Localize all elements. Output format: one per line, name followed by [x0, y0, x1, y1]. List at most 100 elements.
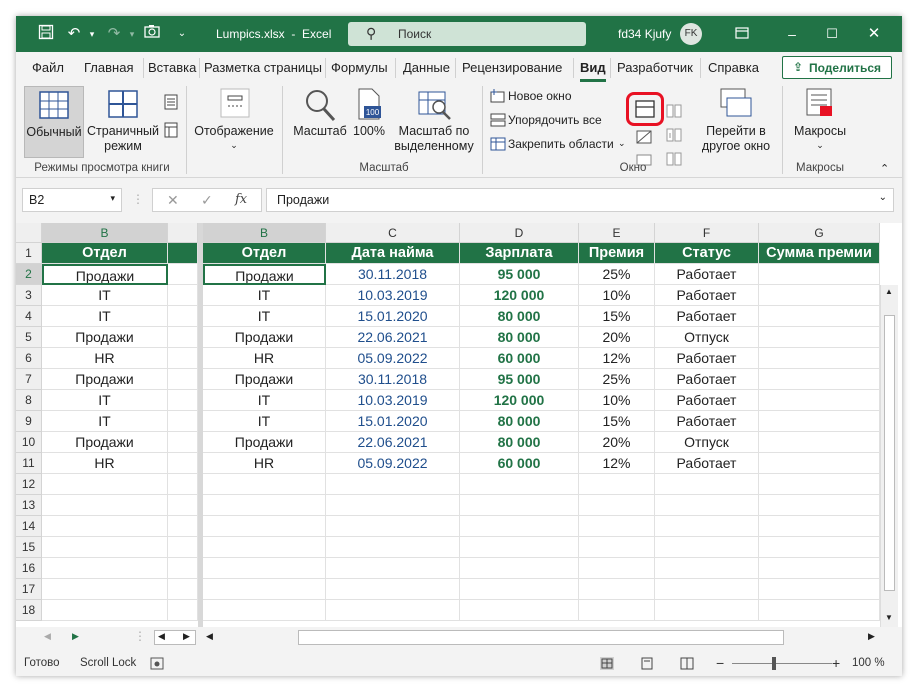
table-cell[interactable]: Работает	[655, 411, 759, 432]
row-number[interactable]: 5	[16, 327, 42, 348]
zoom-level[interactable]: 100 %	[852, 657, 885, 669]
tab-help[interactable]: Справка	[708, 60, 759, 75]
row-number[interactable]: 6	[16, 348, 42, 369]
table-cell[interactable]	[326, 474, 460, 495]
horizontal-scroll-thumb[interactable]	[298, 630, 784, 645]
table-cell[interactable]: Работает	[655, 264, 759, 285]
page-layout-status-icon[interactable]	[640, 657, 654, 670]
table-cell[interactable]: Работает	[655, 306, 759, 327]
table-cell[interactable]: 10.03.2019	[326, 285, 460, 306]
table-cell[interactable]: HR	[203, 453, 326, 474]
table-cell[interactable]	[579, 474, 655, 495]
table-cell[interactable]: 25%	[579, 264, 655, 285]
table-cell[interactable]	[460, 495, 579, 516]
arrange-all-button[interactable]: Упорядочить все	[488, 112, 618, 130]
table-cell[interactable]: Отпуск	[655, 432, 759, 453]
table-cell[interactable]: Продажи	[203, 432, 326, 453]
redo-dropdown-icon[interactable]: ▾	[122, 24, 142, 44]
undo-dropdown-icon[interactable]: ▾	[82, 24, 102, 44]
table-cell[interactable]	[326, 537, 460, 558]
table-cell[interactable]	[655, 474, 759, 495]
table-cell[interactable]	[460, 537, 579, 558]
table-cell[interactable]	[655, 579, 759, 600]
table-cell[interactable]: 80 000	[460, 327, 579, 348]
left-pane-cell[interactable]	[42, 537, 168, 558]
table-cell[interactable]	[579, 495, 655, 516]
table-cell[interactable]: 25%	[579, 369, 655, 390]
row-number[interactable]: 17	[16, 579, 42, 600]
close-icon[interactable]: ✕	[864, 24, 884, 44]
left-pane-cell-a[interactable]	[168, 306, 198, 327]
zoom-out-icon[interactable]: −	[716, 655, 724, 671]
search-box[interactable]: ⚲ Поиск	[348, 22, 586, 46]
formula-options-icon[interactable]: ⋮	[132, 192, 144, 206]
undo-icon[interactable]: ↶	[64, 24, 84, 44]
table-cell[interactable]: 60 000	[460, 348, 579, 369]
right-scroll-right-icon[interactable]: ▶	[868, 631, 875, 642]
table-cell[interactable]	[759, 369, 880, 390]
tab-page-layout[interactable]: Разметка страницы	[204, 60, 322, 75]
row-number[interactable]: 1	[16, 243, 42, 264]
left-pane-cell-a[interactable]	[168, 516, 198, 537]
table-cell[interactable]: 12%	[579, 453, 655, 474]
tab-developer[interactable]: Разработчик	[617, 60, 693, 75]
table-cell[interactable]	[759, 600, 880, 621]
table-cell[interactable]: Работает	[655, 285, 759, 306]
left-pane-cell-a[interactable]	[168, 537, 198, 558]
left-pane-cell[interactable]: IT	[42, 411, 168, 432]
zoom-in-icon[interactable]: +	[832, 655, 840, 671]
table-cell[interactable]	[326, 495, 460, 516]
table-cell[interactable]	[759, 579, 880, 600]
cancel-icon[interactable]: ✕	[167, 192, 179, 209]
table-cell[interactable]	[579, 516, 655, 537]
table-cell[interactable]: 80 000	[460, 411, 579, 432]
left-pane-cell-a[interactable]	[168, 264, 198, 285]
table-cell[interactable]: 22.06.2021	[326, 432, 460, 453]
table-cell[interactable]	[759, 327, 880, 348]
table-cell[interactable]	[460, 600, 579, 621]
vertical-scrollbar[interactable]: ▲ ▼	[880, 285, 898, 627]
table-cell[interactable]: Продажи	[203, 264, 326, 285]
share-button[interactable]: ⇪ Поделиться	[782, 56, 892, 79]
vertical-scroll-thumb[interactable]	[884, 315, 895, 591]
split-button-highlight[interactable]	[626, 92, 664, 126]
table-cell[interactable]	[326, 579, 460, 600]
table-cell[interactable]: 15%	[579, 306, 655, 327]
zoom-to-selection-button[interactable]: Масштаб по выделенному	[392, 86, 476, 158]
customize-toolbar-icon[interactable]: ⌄	[172, 24, 192, 44]
col-header-left-a[interactable]	[168, 223, 198, 243]
left-pane-cell[interactable]: Продажи	[42, 327, 168, 348]
row-number[interactable]: 18	[16, 600, 42, 621]
table-cell[interactable]: 15.01.2020	[326, 306, 460, 327]
table-cell[interactable]: 15%	[579, 411, 655, 432]
table-cell[interactable]: 60 000	[460, 453, 579, 474]
page-layout-icon[interactable]	[164, 94, 178, 110]
table-cell[interactable]	[326, 516, 460, 537]
minimize-icon[interactable]: –	[782, 24, 802, 44]
table-cell[interactable]	[203, 516, 326, 537]
table-cell[interactable]	[655, 495, 759, 516]
left-pane-cell[interactable]: Продажи	[42, 432, 168, 453]
macros-button[interactable]: Макросы ⌄	[788, 86, 852, 158]
left-pane-cell[interactable]	[42, 600, 168, 621]
switch-windows-button[interactable]: Перейти в другое окно	[694, 86, 778, 158]
left-pane-cell-a[interactable]	[168, 411, 198, 432]
table-cell[interactable]: Работает	[655, 453, 759, 474]
left-pane-cell-a[interactable]	[168, 369, 198, 390]
row-number[interactable]: 8	[16, 390, 42, 411]
table-cell[interactable]	[203, 600, 326, 621]
table-cell[interactable]: 20%	[579, 327, 655, 348]
row-number[interactable]: 3	[16, 285, 42, 306]
page-layout-view-button[interactable]: Страничный режим	[86, 86, 160, 158]
sheet-options-icon[interactable]: ⋮	[134, 629, 146, 643]
sheet-prev-icon[interactable]: ◀	[44, 631, 51, 642]
table-cell[interactable]: 12%	[579, 348, 655, 369]
col-header-g[interactable]: G	[759, 223, 880, 243]
table-cell[interactable]: Продажи	[203, 327, 326, 348]
ribbon-display-icon[interactable]	[732, 24, 752, 44]
table-cell[interactable]	[203, 495, 326, 516]
row-number[interactable]: 9	[16, 411, 42, 432]
table-cell[interactable]	[759, 495, 880, 516]
table-cell[interactable]	[460, 516, 579, 537]
redo-icon[interactable]: ↷	[104, 24, 124, 44]
